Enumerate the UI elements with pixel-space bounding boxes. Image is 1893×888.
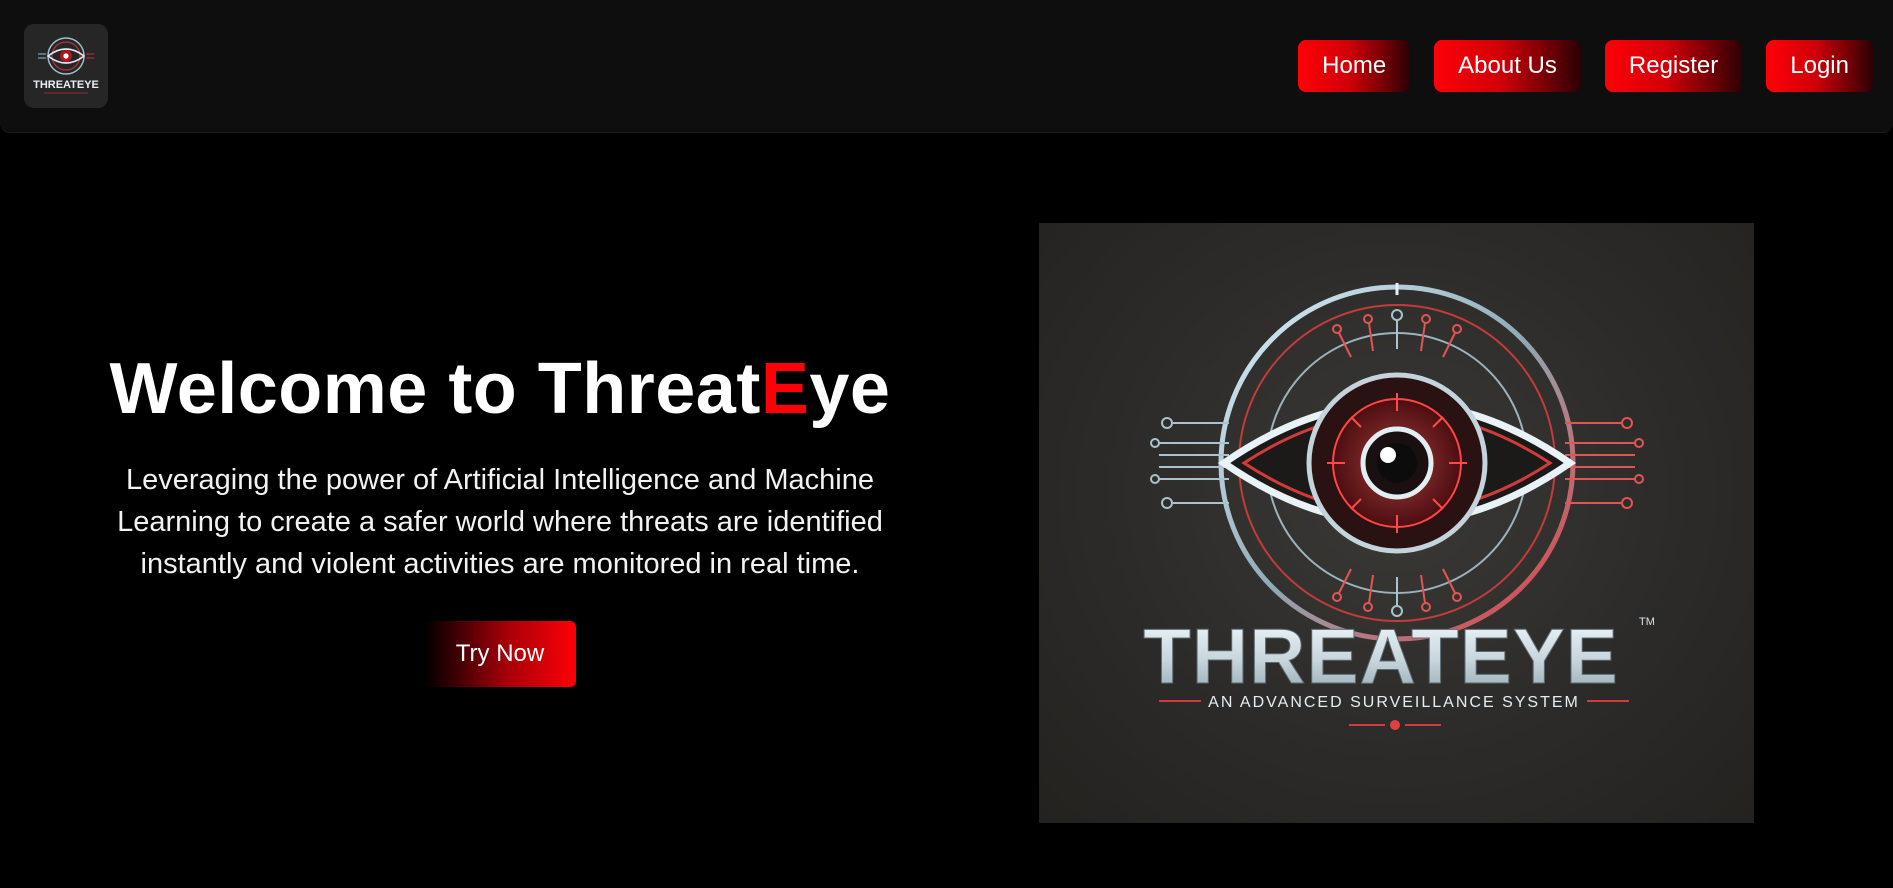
nav-login-button[interactable]: Login (1766, 40, 1873, 92)
trademark-symbol: TM (1639, 616, 1655, 628)
hero-title-accent: E (760, 349, 810, 429)
brand-logo[interactable]: THREATEYE (24, 24, 108, 108)
threateye-emblem-icon: THREATEYE TM AN ADVANCED SURVEILLANCE SY… (1143, 283, 1655, 730)
emblem-tagline: AN ADVANCED SURVEILLANCE SYSTEM (1208, 694, 1580, 711)
logo-text: THREATEYE (33, 79, 99, 91)
emblem-brand-name: THREATEYE (1143, 612, 1619, 700)
hero-title: Welcome to ThreatEye (80, 349, 920, 429)
hero-image: THREATEYE TM AN ADVANCED SURVEILLANCE SY… (1039, 223, 1754, 823)
try-now-button[interactable]: Try Now (423, 621, 577, 688)
nav-about-us-button[interactable]: About Us (1434, 40, 1581, 92)
nav-links: Home About Us Register Login (1298, 40, 1873, 92)
navbar: THREATEYE Home About Us Register Login (0, 0, 1893, 132)
eye-logo-icon: THREATEYE (24, 24, 108, 108)
hero-subtitle: Leveraging the power of Artificial Intel… (117, 464, 883, 581)
nav-register-button[interactable]: Register (1604, 40, 1743, 92)
nav-home-button[interactable]: Home (1298, 40, 1411, 92)
hero-section: Welcome to ThreatEye Leveraging the powe… (80, 349, 920, 688)
hero-title-suffix: ye (809, 349, 891, 429)
hero-title-prefix: Welcome to Threat (109, 349, 761, 429)
